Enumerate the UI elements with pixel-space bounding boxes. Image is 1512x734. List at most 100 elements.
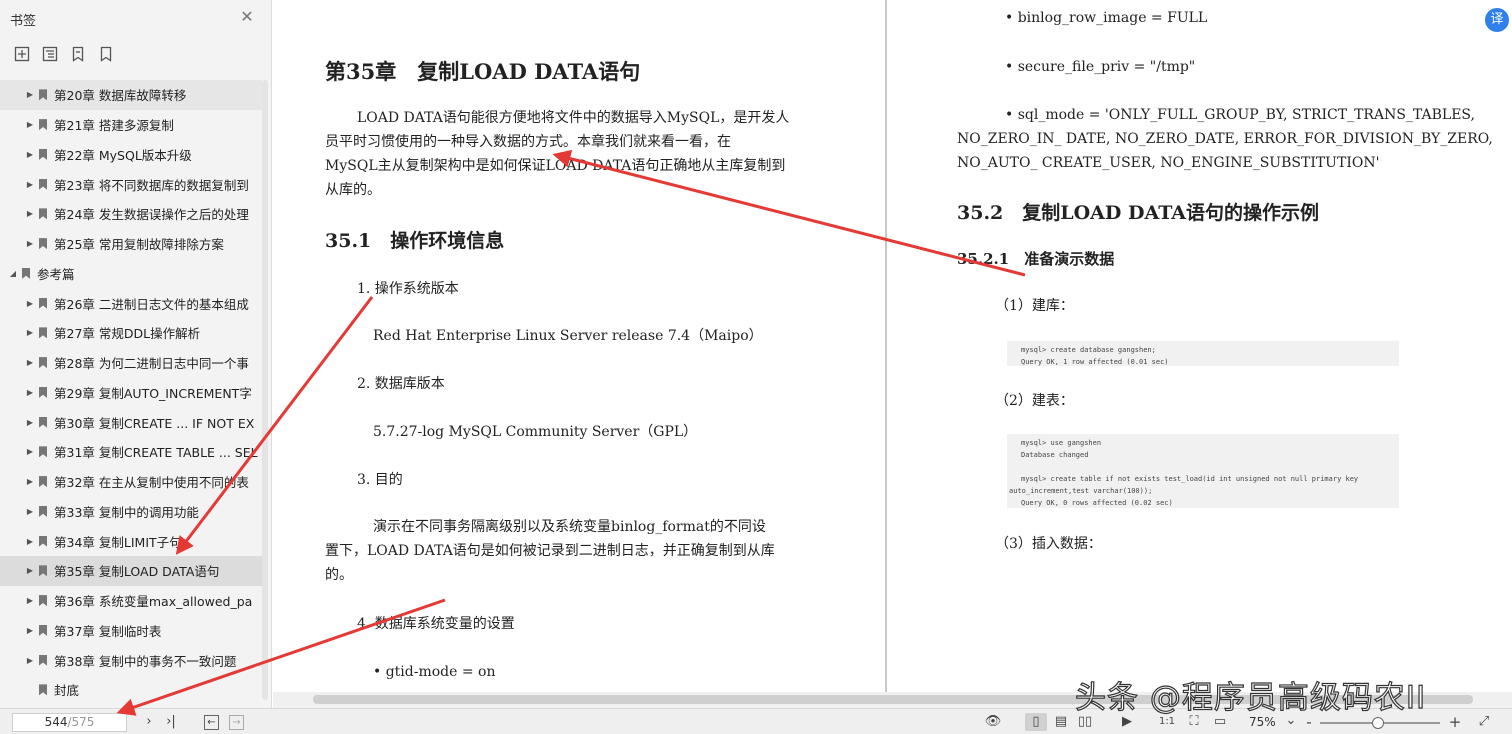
expand-arrow-icon[interactable]: ▶ <box>26 209 34 218</box>
bookmark-flag-icon <box>39 416 47 428</box>
expand-arrow-icon[interactable]: ▶ <box>26 180 34 189</box>
code-block: mysql> use gangshen Database changed mys… <box>1007 434 1399 508</box>
bullet-item: • binlog_row_image = FULL <box>1005 10 1208 26</box>
bookmark-item[interactable]: ▶ 第34章 复制LIMIT子句 <box>0 526 262 556</box>
continuous-page-icon[interactable]: ▤ <box>1052 713 1070 731</box>
zoom-slider[interactable] <box>1320 717 1440 729</box>
bullet-item: • secure_file_priv = "/tmp" <box>1005 59 1196 75</box>
bookmark-item-selected[interactable]: ▶ 第35章 复制LOAD DATA语句 <box>0 556 262 586</box>
expand-arrow-icon[interactable]: ▶ <box>26 566 34 575</box>
last-page-icon[interactable]: ›| <box>162 713 180 731</box>
forward-icon[interactable]: → <box>229 715 244 730</box>
bookmark-flag-icon <box>39 148 47 160</box>
rotate-icon[interactable]: ⤢ <box>1475 713 1493 731</box>
expand-arrow-icon[interactable]: ▶ <box>26 596 34 605</box>
bookmark-flag-icon <box>39 357 47 369</box>
bookmark-outline-icon[interactable] <box>96 44 116 64</box>
bookmark-item[interactable]: ▶ 第37章 复制临时表 <box>0 616 262 646</box>
zoom-in-button[interactable]: + <box>1446 713 1464 731</box>
expand-arrow-icon[interactable]: ▶ <box>26 90 34 99</box>
bookmark-item[interactable]: ▶ 第38章 复制中的事务不一致问题 <box>0 645 262 675</box>
add-bookmark-icon[interactable] <box>12 44 32 64</box>
bullet-item: • sql_mode = 'ONLY_FULL_GROUP_BY, STRICT… <box>1005 107 1475 123</box>
bookmark-item[interactable]: ▶ 第24章 发生数据误操作之后的处理 <box>0 199 262 229</box>
section-title: 35.1 操作环境信息 <box>325 230 505 252</box>
bookmark-item[interactable]: ▶ 第25章 常用复制故障排除方案 <box>0 229 262 259</box>
bookmark-item[interactable]: ▶ 第31章 复制CREATE TABLE ... SEL <box>0 437 262 467</box>
zoom-level[interactable]: 75% <box>1249 715 1276 729</box>
bookmark-icon[interactable] <box>68 44 88 64</box>
bullet-item: • gtid-mode = on <box>373 664 496 680</box>
expand-arrow-icon[interactable]: ▶ <box>26 447 34 456</box>
code-line: mysql> use gangshen <box>1021 439 1102 447</box>
sidebar-scrollbar[interactable] <box>262 80 268 700</box>
bookmark-item[interactable]: ▶ 第21章 搭建多源复制 <box>0 110 262 140</box>
bookmark-item[interactable]: ▶ 第26章 二进制日志文件的基本组成 <box>0 288 262 318</box>
add-child-bookmark-icon[interactable] <box>40 44 60 64</box>
bookmark-item[interactable]: ▶ 第36章 系统变量max_allowed_pa <box>0 586 262 616</box>
paragraph-line: NO_ZERO_IN_ DATE, NO_ZERO_DATE, ERROR_FO… <box>957 131 1493 147</box>
chapter-title: 第35章 复制LOAD DATA语句 <box>325 59 641 84</box>
expand-arrow-icon[interactable]: ▶ <box>26 477 34 486</box>
bookmark-item[interactable]: ▶ 第23章 将不同数据库的数据复制到 <box>0 169 262 199</box>
expand-arrow-icon[interactable]: ▶ <box>26 626 34 635</box>
step-label: （3）插入数据： <box>995 536 1102 552</box>
expand-arrow-icon[interactable]: ▶ <box>26 507 34 516</box>
bookmark-flag-icon <box>39 119 47 131</box>
expand-arrow-icon[interactable]: ▶ <box>26 328 34 337</box>
bookmark-flag-icon <box>39 178 47 190</box>
bookmark-item[interactable]: ▶ 第30章 复制CREATE ... IF NOT EX <box>0 407 262 437</box>
bookmark-flag-icon <box>39 595 47 607</box>
step-label: （2）建表： <box>995 393 1074 409</box>
document-view: 第35章 复制LOAD DATA语句 LOAD DATA语句能很方便地将文件中的… <box>273 0 1512 692</box>
page-number-input[interactable]: 544/575 <box>12 713 127 732</box>
list-value: 5.7.27-log MySQL Community Server（GPL） <box>373 424 698 440</box>
bookmark-flag-icon <box>39 684 47 696</box>
translate-icon[interactable]: 译 <box>1485 8 1509 32</box>
list-item: 3. 目的 <box>357 472 403 488</box>
expand-arrow-icon[interactable]: ▶ <box>26 120 34 129</box>
code-line: Query OK, 1 row affected (0.01 sec) <box>1021 358 1169 366</box>
back-icon[interactable]: ← <box>204 715 219 730</box>
next-page-icon[interactable]: › <box>140 713 158 731</box>
bookmark-flag-icon <box>39 386 47 398</box>
code-line: Database changed <box>1021 451 1089 459</box>
zoom-slider-handle[interactable] <box>1372 717 1384 729</box>
bookmark-item[interactable]: ▶ 第20章 数据库故障转移 <box>0 80 262 110</box>
eye-icon[interactable]: 👁 <box>984 713 1002 731</box>
collapse-arrow-icon[interactable]: ◢ <box>9 269 17 278</box>
bookmark-item[interactable]: ▶ 第28章 为何二进制日志中同一个事 <box>0 348 262 378</box>
single-page-icon[interactable]: ▯ <box>1025 713 1047 731</box>
intro-line: 从库的。 <box>325 182 381 198</box>
paragraph-line: 的。 <box>325 567 353 583</box>
paragraph-line: NO_AUTO_ CREATE_USER, NO_ENGINE_SUBSTITU… <box>957 155 1380 171</box>
section-title: 35.2 复制LOAD DATA语句的操作示例 <box>957 202 1320 224</box>
bookmark-sidebar: 书签 ✕ ▶ 第20章 数据库故障转移 ▶ 第21章 搭建多源复制 ▶ 第22章 My… <box>0 0 272 708</box>
bookmark-item[interactable]: ▶ 第33章 复制中的调用功能 <box>0 497 262 527</box>
watermark: 头条 @程序员高级码农II <box>1074 679 1427 716</box>
expand-arrow-icon[interactable]: ▶ <box>26 150 34 159</box>
expand-arrow-icon[interactable]: ▶ <box>26 388 34 397</box>
bookmark-item[interactable]: ▶ 第22章 MySQL版本升级 <box>0 140 262 170</box>
bookmark-item[interactable]: ▶ 第27章 常规DDL操作解析 <box>0 318 262 348</box>
expand-arrow-icon[interactable]: ▶ <box>26 358 34 367</box>
expand-arrow-icon[interactable]: ▶ <box>26 239 34 248</box>
expand-arrow-icon[interactable]: ▶ <box>26 656 34 665</box>
bookmark-item[interactable]: ▶ 第29章 复制AUTO_INCREMENT字 <box>0 378 262 408</box>
expand-arrow-icon[interactable]: ▶ <box>26 299 34 308</box>
bookmark-list: ▶ 第20章 数据库故障转移 ▶ 第21章 搭建多源复制 ▶ 第22章 MySQL版本… <box>0 80 262 705</box>
bookmark-flag-icon <box>39 476 47 488</box>
code-line: auto_increment,test varchar(100)); <box>1009 487 1153 495</box>
expand-arrow-icon[interactable]: ▶ <box>26 537 34 546</box>
bookmark-flag-icon <box>39 654 47 666</box>
close-icon[interactable]: ✕ <box>238 8 256 26</box>
bookmark-flag-icon <box>22 267 30 279</box>
list-value: Red Hat Enterprise Linux Server release … <box>373 328 763 344</box>
bookmark-item[interactable]: 封底 <box>0 675 262 705</box>
bookmark-item[interactable]: ◢ 参考篇 <box>0 259 262 289</box>
intro-line: LOAD DATA语句能很方便地将文件中的数据导入MySQL，是开发人 <box>357 110 790 126</box>
expand-arrow-icon[interactable]: ▶ <box>26 418 34 427</box>
bookmark-item[interactable]: ▶ 第32章 在主从复制中使用不同的表 <box>0 467 262 497</box>
bookmark-flag-icon <box>39 238 47 250</box>
